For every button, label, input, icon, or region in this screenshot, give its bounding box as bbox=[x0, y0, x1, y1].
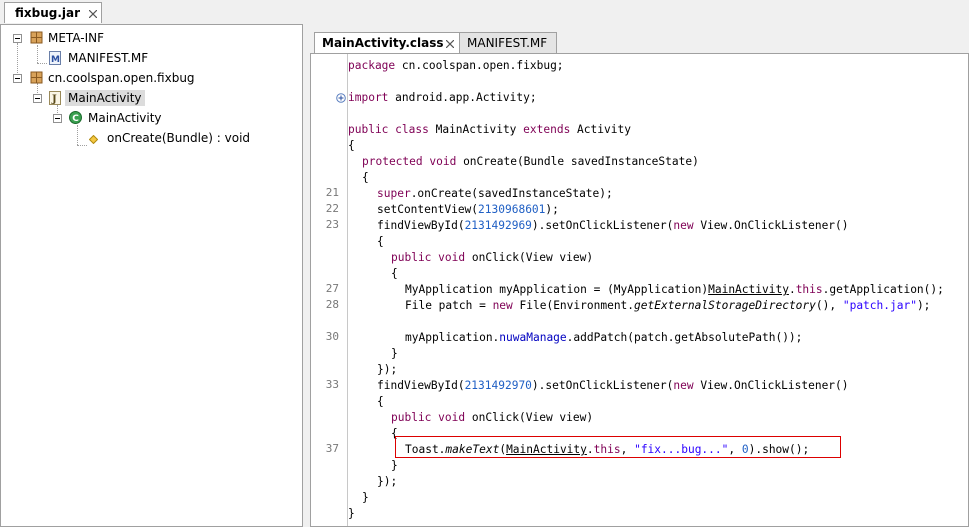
tab-fixbug-jar[interactable]: fixbug.jar bbox=[4, 2, 102, 23]
code-line: findViewById(2131492969).setOnClickListe… bbox=[377, 219, 849, 232]
code-line: } bbox=[362, 491, 369, 504]
tree-node-package[interactable]: cn.coolspan.open.fixbug bbox=[1, 69, 301, 87]
code-line: File patch = new File(Environment.getExt… bbox=[405, 299, 931, 312]
svg-text:M: M bbox=[51, 55, 60, 65]
code-line: import android.app.Activity; bbox=[348, 91, 537, 104]
tree-node-label: MainActivity bbox=[65, 90, 145, 106]
code-line: super.onCreate(savedInstanceState); bbox=[377, 187, 613, 200]
line-number: 22 bbox=[325, 202, 339, 215]
code-line: }); bbox=[377, 475, 398, 488]
code-line: { bbox=[362, 171, 369, 184]
collapse-icon[interactable] bbox=[53, 114, 62, 123]
code-line: public void onClick(View view) bbox=[391, 251, 594, 264]
code-line: protected void onCreate(Bundle savedInst… bbox=[362, 155, 699, 168]
code-line: } bbox=[391, 459, 398, 472]
method-icon bbox=[88, 133, 99, 147]
collapse-icon[interactable] bbox=[13, 34, 22, 43]
code-line-highlighted: Toast.makeText(MainActivity.this, "fix..… bbox=[405, 443, 810, 456]
tree-node-mainactivity-file[interactable]: J MainActivity bbox=[1, 89, 301, 107]
code-editor[interactable]: 21 22 23 27 28 30 33 37 package cn.cools… bbox=[310, 53, 969, 527]
tab-label: MANIFEST.MF bbox=[467, 36, 548, 50]
tree-node-label: cn.coolspan.open.fixbug bbox=[48, 71, 195, 85]
expand-import-icon[interactable] bbox=[336, 92, 346, 103]
svg-text:J: J bbox=[51, 94, 57, 105]
tab-label: fixbug.jar bbox=[15, 6, 81, 20]
tree-node-label: onCreate(Bundle) : void bbox=[107, 131, 251, 145]
tree-node-oncreate[interactable]: onCreate(Bundle) : void bbox=[1, 129, 301, 147]
code-line: { bbox=[391, 267, 398, 280]
code-line: { bbox=[391, 427, 398, 440]
code-line: }); bbox=[377, 363, 398, 376]
package-icon bbox=[30, 71, 43, 87]
svg-text:C: C bbox=[72, 114, 79, 124]
tree-node-manifest[interactable]: M MANIFEST.MF bbox=[1, 49, 301, 67]
tree-node-mainactivity-class[interactable]: C MainActivity bbox=[1, 109, 301, 127]
code-line: } bbox=[391, 347, 398, 360]
code-line: setContentView(2130968601); bbox=[377, 203, 559, 216]
line-number: 33 bbox=[325, 378, 339, 391]
collapse-icon[interactable] bbox=[13, 74, 22, 83]
tree-node-label: MANIFEST.MF bbox=[68, 51, 149, 65]
code-line: } bbox=[348, 507, 355, 520]
collapse-icon[interactable] bbox=[33, 94, 42, 103]
code-line: public void onClick(View view) bbox=[391, 411, 594, 424]
line-number-gutter: 21 22 23 27 28 30 33 37 bbox=[311, 54, 348, 526]
line-number: 23 bbox=[325, 218, 339, 231]
package-icon bbox=[30, 31, 43, 47]
code-line: { bbox=[377, 235, 384, 248]
tree-node-label: META-INF bbox=[48, 31, 105, 45]
tab-manifest-mf[interactable]: MANIFEST.MF bbox=[459, 32, 557, 53]
tab-mainactivity-class[interactable]: MainActivity.class bbox=[314, 32, 460, 53]
tree-node-meta-inf[interactable]: META-INF bbox=[1, 29, 301, 47]
tree-node-label: MainActivity bbox=[88, 111, 162, 125]
close-icon[interactable] bbox=[446, 40, 454, 48]
code-line: MyApplication myApplication = (MyApplica… bbox=[405, 283, 944, 296]
line-number: 27 bbox=[325, 282, 339, 295]
outer-tab-bar: fixbug.jar bbox=[0, 0, 969, 24]
code-line: findViewById(2131492970).setOnClickListe… bbox=[377, 379, 849, 392]
java-file-icon: J bbox=[49, 91, 61, 108]
code-line: package cn.coolspan.open.fixbug; bbox=[348, 59, 564, 72]
code-line: public class MainActivity extends Activi… bbox=[348, 123, 631, 136]
manifest-file-icon: M bbox=[49, 51, 61, 68]
jar-tree-panel: META-INF M MANIFEST.MF cn.coolspan.open.… bbox=[0, 24, 303, 527]
code-line: myApplication.nuwaManage.addPatch(patch.… bbox=[405, 331, 803, 344]
close-icon[interactable] bbox=[89, 10, 97, 18]
code-line: { bbox=[348, 139, 355, 152]
editor-area: MainActivity.class MANIFEST.MF 21 22 23 … bbox=[309, 24, 969, 527]
line-number: 37 bbox=[325, 442, 339, 455]
code-line: { bbox=[377, 395, 384, 408]
line-number: 21 bbox=[325, 186, 339, 199]
class-icon: C bbox=[69, 111, 82, 127]
tab-label: MainActivity.class bbox=[322, 36, 444, 50]
line-number: 30 bbox=[325, 330, 339, 343]
line-number: 28 bbox=[325, 298, 339, 311]
